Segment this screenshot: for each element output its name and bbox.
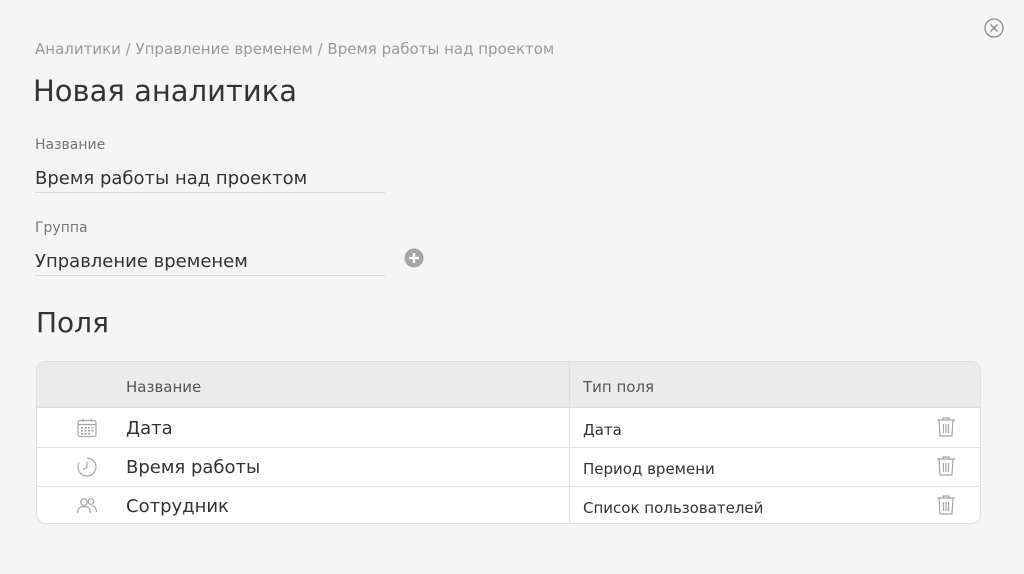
trash-icon (937, 417, 955, 437)
plus-circle-icon (404, 248, 424, 268)
field-type: Период времени (583, 460, 715, 478)
delete-field-button[interactable] (936, 494, 956, 516)
delete-field-button[interactable] (936, 416, 956, 438)
fields-table: Название Тип поля Дата Дата Время работы… (36, 361, 981, 524)
add-group-button[interactable] (404, 248, 424, 268)
name-label: Название (35, 137, 106, 153)
name-input[interactable] (35, 168, 385, 193)
column-header-type: Тип поля (583, 378, 655, 396)
table-row[interactable]: Сотрудник Список пользователей (37, 486, 980, 523)
fields-section-title: Поля (36, 306, 109, 339)
group-input[interactable] (35, 251, 385, 276)
field-type: Дата (583, 421, 622, 439)
field-type: Список пользователей (583, 499, 764, 517)
table-header: Название Тип поля (37, 362, 980, 408)
page-title: Новая аналитика (33, 74, 297, 108)
breadcrumb: Аналитики / Управление временем / Время … (35, 40, 555, 58)
group-label: Группа (35, 220, 88, 236)
field-name: Время работы (126, 457, 261, 478)
close-icon (984, 18, 1004, 38)
delete-field-button[interactable] (936, 455, 956, 477)
close-button[interactable] (983, 17, 1005, 39)
calendar-icon (76, 417, 98, 439)
users-icon (76, 495, 98, 517)
trash-icon (937, 495, 955, 515)
table-row[interactable]: Время работы Период времени (37, 447, 980, 486)
column-header-name: Название (126, 378, 202, 396)
clock-icon (76, 456, 98, 478)
field-name: Дата (126, 418, 173, 439)
trash-icon (937, 456, 955, 476)
table-row[interactable]: Дата Дата (37, 408, 980, 447)
field-name: Сотрудник (126, 496, 229, 517)
